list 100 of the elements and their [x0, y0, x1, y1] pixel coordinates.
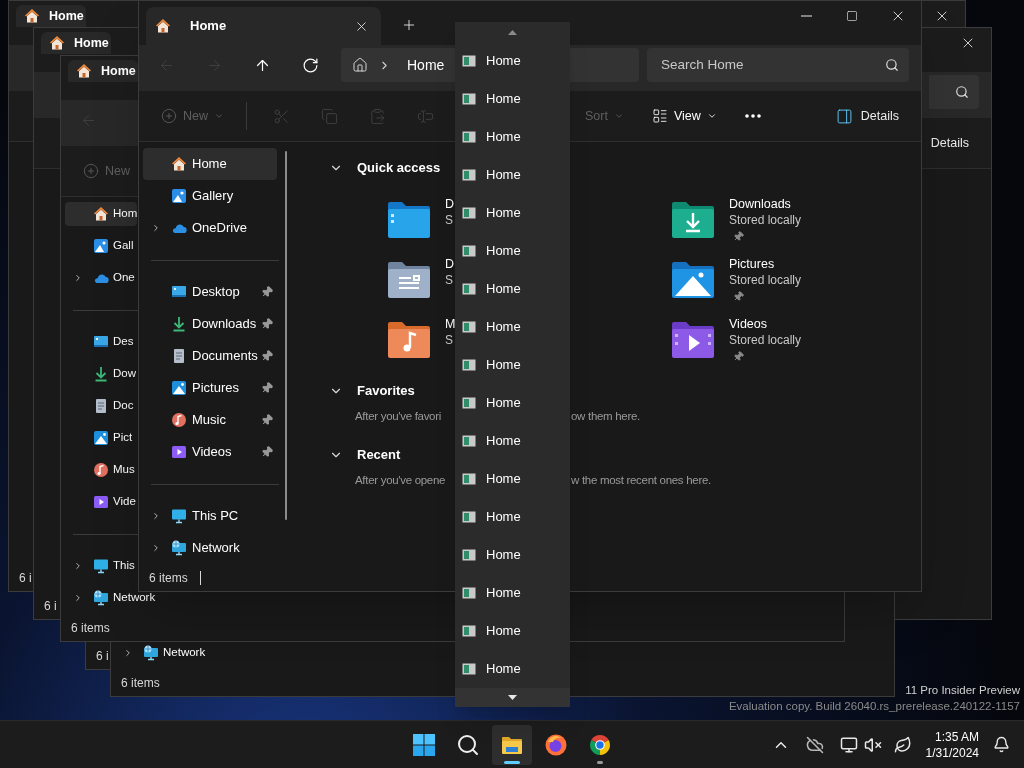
folder-icon[interactable]: [671, 320, 715, 360]
tab[interactable]: Home: [68, 60, 138, 82]
nav-item[interactable]: Dow: [65, 362, 136, 386]
nav-item[interactable]: Hom: [65, 202, 138, 226]
menu-item[interactable]: Home: [455, 422, 570, 460]
menu-item[interactable]: Home: [455, 194, 570, 232]
tab[interactable]: Home: [146, 7, 381, 45]
nav-item[interactable]: Pict: [65, 426, 133, 450]
nav-item[interactable]: Network: [115, 641, 206, 665]
picture-icon: [93, 430, 109, 446]
nav-item[interactable]: Network: [143, 532, 277, 564]
network-icon[interactable]: [839, 735, 858, 754]
expand-chevron-icon[interactable]: [73, 592, 83, 604]
empty-message: w the most recent ones here.: [571, 473, 712, 489]
folder-icon[interactable]: [671, 260, 715, 300]
maximize-icon: [846, 10, 858, 22]
menu-item[interactable]: Home: [455, 308, 570, 346]
search-field[interactable]: [929, 75, 979, 109]
menu-item[interactable]: Home: [455, 612, 570, 650]
folder-icon[interactable]: [387, 200, 431, 240]
menu-item[interactable]: Home: [455, 650, 570, 688]
window-thumbnail-icon: [462, 55, 476, 67]
nav-item[interactable]: This PC: [143, 500, 277, 532]
window-thumbnail-icon: [462, 245, 476, 257]
window-thumbnail-icon: [462, 549, 476, 561]
nav-item[interactable]: One: [65, 266, 135, 290]
folder-icon[interactable]: [671, 200, 715, 240]
taskbar-app-button[interactable]: [492, 724, 532, 765]
volume-muted-icon[interactable]: [863, 735, 882, 754]
expand-chevron-icon[interactable]: [151, 542, 161, 554]
menu-item[interactable]: Home: [455, 536, 570, 574]
folder-name: Downloads: [729, 196, 792, 212]
list-layout-icon: [651, 108, 668, 124]
window-thumbnail-icon: [462, 207, 476, 219]
gallery-icon: [171, 188, 187, 204]
nav-item[interactable]: Downloads: [143, 308, 277, 340]
leaf-icon[interactable]: [893, 735, 912, 754]
nav-item[interactable]: Vide: [65, 490, 136, 514]
breadcrumb[interactable]: Home: [407, 54, 445, 76]
view-button[interactable]: View: [643, 100, 725, 132]
expand-chevron-icon[interactable]: [151, 510, 161, 522]
window-thumbnail-icon: [462, 587, 476, 599]
empty-message: After you've opene: [354, 473, 447, 489]
folder-location: Stored locally: [729, 272, 802, 288]
details-button[interactable]: Details: [827, 100, 907, 132]
cloud-off-icon[interactable]: [805, 735, 824, 754]
folder-icon[interactable]: [387, 260, 431, 300]
nav-item[interactable]: Gallery: [143, 180, 277, 212]
house-icon: [171, 156, 187, 172]
nav-item[interactable]: Music: [143, 404, 277, 436]
plus-circle-icon: [83, 163, 99, 179]
menu-item[interactable]: Home: [455, 232, 570, 270]
download-icon: [171, 316, 187, 332]
nav-item[interactable]: Des: [65, 330, 134, 354]
tab[interactable]: Home: [41, 32, 111, 54]
folder-name: Pictures: [729, 256, 776, 272]
tab[interactable]: Home: [16, 5, 86, 27]
nav-item[interactable]: Mus: [65, 458, 135, 482]
caret-icon: [613, 111, 624, 121]
nav-item[interactable]: This: [65, 554, 135, 578]
expand-chevron-icon[interactable]: [123, 647, 133, 659]
nav-item[interactable]: Videos: [143, 436, 277, 468]
menu-item[interactable]: Home: [455, 156, 570, 194]
scroll-bar[interactable]: [285, 151, 287, 520]
nav-item[interactable]: Pictures: [143, 372, 277, 404]
empty-message: ow them here.: [571, 409, 641, 425]
folder-location: Stored locally: [729, 332, 802, 348]
menu-item[interactable]: Home: [455, 270, 570, 308]
nav-item[interactable]: Network: [65, 586, 156, 610]
folder-name: D: [445, 256, 455, 272]
expand-chevron-icon[interactable]: [151, 222, 161, 234]
section-heading: Quick access: [357, 159, 441, 178]
search-field[interactable]: Search Home: [647, 48, 909, 82]
nav-item[interactable]: Documents: [143, 340, 277, 372]
monitor-icon: [93, 558, 109, 574]
watermark-text: 11 Pro Insider Preview: [905, 683, 1020, 698]
nav-item[interactable]: OneDrive: [143, 212, 277, 244]
folder-icon[interactable]: [387, 320, 431, 360]
menu-item[interactable]: Home: [455, 346, 570, 384]
menu-item[interactable]: Home: [455, 498, 570, 536]
menu-item[interactable]: Home: [455, 384, 570, 422]
menu-item[interactable]: Home: [455, 118, 570, 156]
network-icon: [143, 645, 159, 661]
notification-bell-icon[interactable]: [993, 736, 1010, 753]
menu-item[interactable]: Home: [455, 460, 570, 498]
expand-chevron-icon[interactable]: [73, 560, 83, 572]
details-button[interactable]: Details: [922, 127, 977, 159]
window-thumbnail-icon: [462, 131, 476, 143]
nav-item[interactable]: Doc: [65, 394, 134, 418]
menu-item[interactable]: Home: [455, 574, 570, 612]
menu-item[interactable]: Home: [455, 42, 570, 80]
nav-item[interactable]: Gall: [65, 234, 134, 258]
clock-button[interactable]: 1:35 AM 1/31/2024: [925, 728, 979, 761]
nav-item[interactable]: Desktop: [143, 276, 277, 308]
nav-item[interactable]: Home: [143, 148, 277, 180]
menu-item[interactable]: Home: [455, 80, 570, 118]
down-triangle-icon: [508, 695, 517, 700]
desktop-icon: [171, 284, 187, 300]
expand-chevron-icon[interactable]: [73, 272, 83, 284]
house-outline-icon: [352, 57, 368, 73]
